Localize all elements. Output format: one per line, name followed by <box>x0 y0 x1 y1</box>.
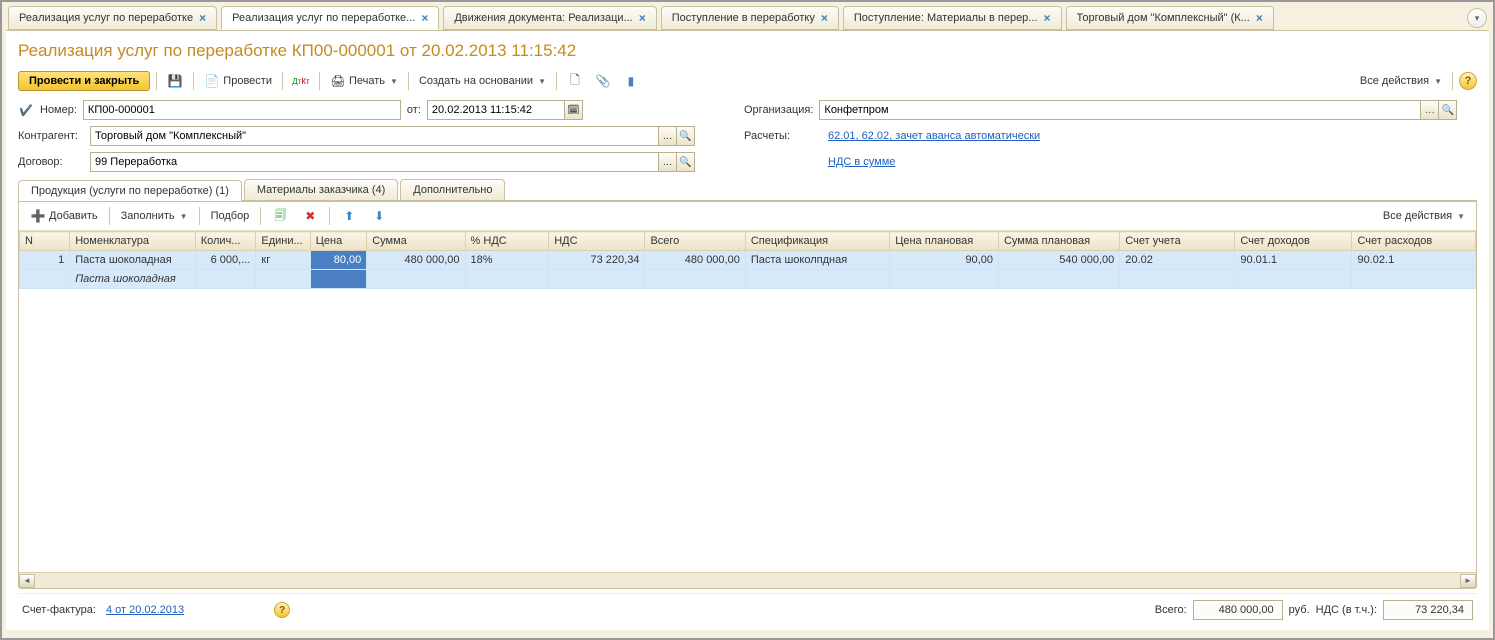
table-row[interactable]: 1 Паста шоколадная 6 000,... кг 80,00 48… <box>20 251 1476 270</box>
tab-2[interactable]: Движения документа: Реализаци...× <box>443 6 656 30</box>
vat-total-label: НДС (в т.ч.): <box>1316 604 1377 616</box>
post-button[interactable]: 📄Провести <box>200 71 276 91</box>
sf-link[interactable]: 4 от 20.02.2013 <box>106 604 184 616</box>
contr-field[interactable] <box>90 126 659 146</box>
all-actions-button[interactable]: Все действия▼ <box>1356 73 1446 89</box>
dog-label: Договор: <box>18 156 84 168</box>
move-down-button[interactable]: ⬇ <box>366 206 392 226</box>
close-icon[interactable]: × <box>421 11 428 25</box>
scroll-left-button[interactable]: ◄ <box>19 574 35 588</box>
paperclip-icon: 📎 <box>595 73 611 89</box>
tabs-menu-button[interactable]: ▾ <box>1467 8 1487 28</box>
main-toolbar: Провести и закрыть 💾 📄Провести ДтКт 🖨Печ… <box>18 69 1477 97</box>
save-button[interactable]: 💾 <box>163 71 187 91</box>
tab-0[interactable]: Реализация услуг по переработке× <box>8 6 217 30</box>
total-value: 480 000,00 <box>1193 600 1283 620</box>
tabs-bar: Реализация услуг по переработке× Реализа… <box>2 2 1493 30</box>
sub-tab-products[interactable]: Продукция (услуги по переработке) (1) <box>18 180 242 201</box>
sub-tab-materials[interactable]: Материалы заказчика (4) <box>244 179 398 200</box>
dog-field[interactable] <box>90 152 659 172</box>
sf-label: Счет-фактура: <box>22 604 96 616</box>
delete-icon: ✖ <box>302 208 318 224</box>
date-label: от: <box>407 104 421 116</box>
tab-3[interactable]: Поступление в переработку× <box>661 6 839 30</box>
tab-5[interactable]: Торговый дом "Комплексный" (К...× <box>1066 6 1274 30</box>
move-up-button[interactable]: ⬆ <box>336 206 362 226</box>
select-button[interactable]: Подбор <box>206 208 255 224</box>
add-row-button[interactable]: ➕Добавить <box>25 206 103 226</box>
settle-label: Расчеты: <box>744 130 822 142</box>
contr-label: Контрагент: <box>18 130 84 142</box>
org-select-button[interactable]: … <box>1421 100 1439 120</box>
org-label: Организация: <box>744 104 813 116</box>
grid-all-actions-button[interactable]: Все действия▼ <box>1378 208 1470 224</box>
calendar-button[interactable]: 🗓 <box>565 100 583 120</box>
number-label: Номер: <box>40 104 77 116</box>
arrow-up-icon: ⬆ <box>341 208 357 224</box>
contr-open-button[interactable]: 🔍 <box>677 126 695 146</box>
tab-1[interactable]: Реализация услуг по переработке...× <box>221 6 439 30</box>
org-open-button[interactable]: 🔍 <box>1439 100 1457 120</box>
dtkt-icon: ДтКт <box>293 73 309 89</box>
attach-button[interactable]: 📎 <box>591 71 615 91</box>
dog-select-button[interactable]: … <box>659 152 677 172</box>
sf-help-button[interactable]: ? <box>274 602 290 618</box>
number-field[interactable] <box>83 100 401 120</box>
magnifier-icon: 🔍 <box>1442 105 1454 116</box>
settle-link[interactable]: 62.01, 62.02, зачет аванса автоматически <box>828 130 1040 142</box>
dt-kt-button[interactable]: ДтКт <box>289 71 313 91</box>
calendar-icon: 🗓 <box>567 105 580 116</box>
org-field[interactable] <box>819 100 1421 120</box>
magnifier-icon: 🔍 <box>679 131 691 142</box>
currency-label: руб. <box>1289 604 1310 616</box>
vat-total-value: 73 220,34 <box>1383 600 1473 620</box>
table-header-row: NНоменклатураКолич... Едини...ЦенаСумма … <box>20 232 1476 251</box>
post-icon: 📄 <box>204 73 220 89</box>
close-icon[interactable]: × <box>1256 11 1263 25</box>
print-button[interactable]: 🖨Печать▼ <box>326 71 402 91</box>
table-row-sub[interactable]: Паста шоколадная <box>20 270 1476 289</box>
sub-tab-extra[interactable]: Дополнительно <box>400 179 505 200</box>
contr-select-button[interactable]: … <box>659 126 677 146</box>
grid-toolbar: ➕Добавить Заполнить▼ Подбор 🗐 ✖ ⬆ ⬇ Все … <box>19 202 1476 231</box>
price-cell-selected: 80,00 <box>310 251 366 270</box>
plus-icon: ➕ <box>30 208 46 224</box>
horizontal-scrollbar[interactable]: ◄ ► <box>19 572 1476 588</box>
disk-icon: 💾 <box>167 73 183 89</box>
date-field[interactable] <box>427 100 565 120</box>
close-icon[interactable]: × <box>1043 11 1050 25</box>
total-label: Всего: <box>1155 604 1187 616</box>
copy-row-button[interactable]: 🗐 <box>267 206 293 226</box>
help-button[interactable]: ? <box>1459 72 1477 90</box>
posted-icon: ✔️ <box>18 102 34 118</box>
scroll-right-button[interactable]: ► <box>1460 574 1476 588</box>
products-table[interactable]: NНоменклатураКолич... Едини...ЦенаСумма … <box>19 231 1476 289</box>
list-button[interactable]: 🗋 <box>563 71 587 91</box>
page-title: Реализация услуг по переработке КП00-000… <box>18 35 1477 69</box>
copy-icon: 🗐 <box>272 208 288 224</box>
list-icon: 🗋 <box>567 73 583 89</box>
dog-open-button[interactable]: 🔍 <box>677 152 695 172</box>
notes-button[interactable]: ▮ <box>619 71 643 91</box>
delete-row-button[interactable]: ✖ <box>297 206 323 226</box>
footer: Счет-фактура: 4 от 20.02.2013 ? Всего: 4… <box>18 593 1477 622</box>
magnifier-icon: 🔍 <box>679 157 691 168</box>
create-based-button[interactable]: Создать на основании▼ <box>415 73 550 89</box>
close-icon[interactable]: × <box>821 11 828 25</box>
notes-icon: ▮ <box>623 73 639 89</box>
post-and-close-button[interactable]: Провести и закрыть <box>18 71 150 91</box>
printer-icon: 🖨 <box>330 73 346 89</box>
tab-4[interactable]: Поступление: Материалы в перер...× <box>843 6 1062 30</box>
close-icon[interactable]: × <box>639 11 646 25</box>
sub-tabs: Продукция (услуги по переработке) (1) Ма… <box>18 179 1477 201</box>
arrow-down-icon: ⬇ <box>371 208 387 224</box>
close-icon[interactable]: × <box>199 11 206 25</box>
fill-button[interactable]: Заполнить▼ <box>116 208 193 224</box>
vat-link[interactable]: НДС в сумме <box>828 156 895 168</box>
